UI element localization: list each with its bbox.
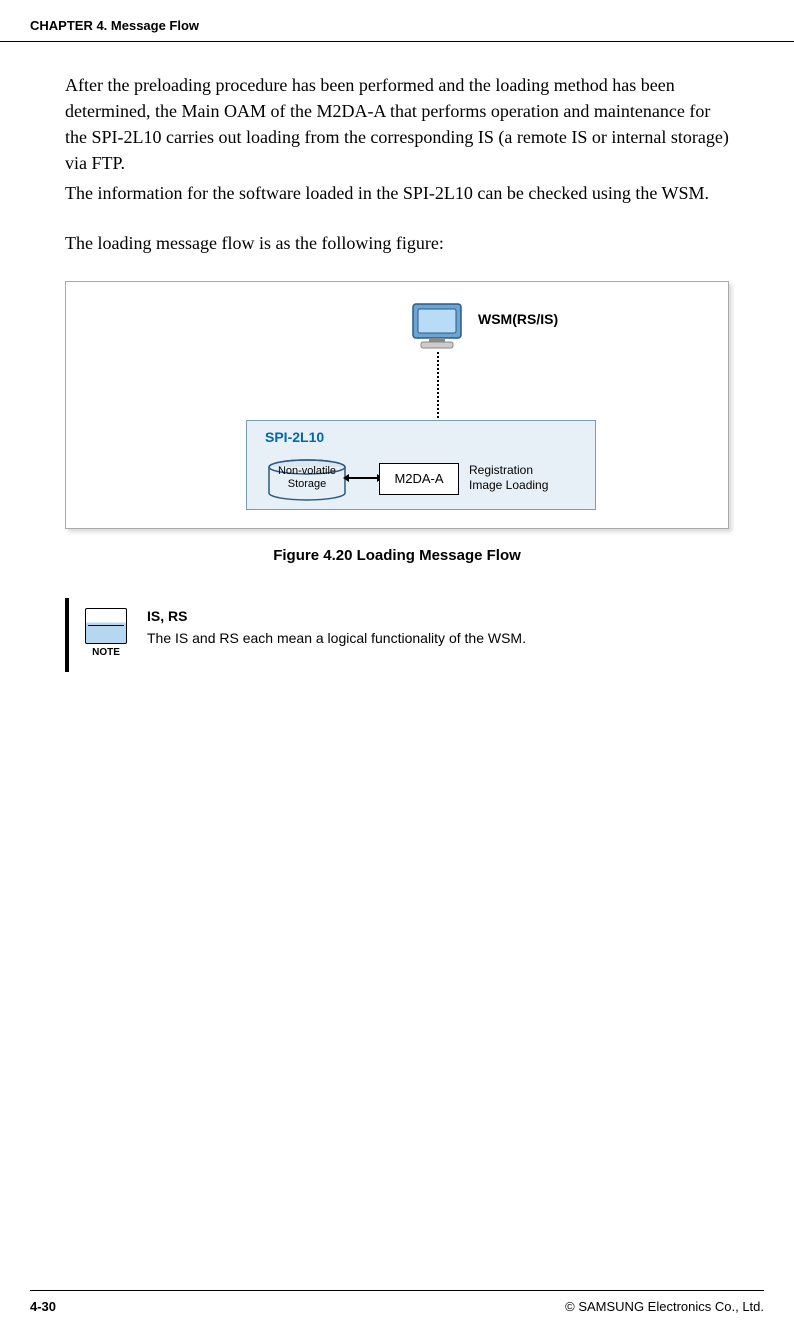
storage-line1: Non-volatile: [278, 465, 336, 477]
note-content: IS, RS The IS and RS each mean a logical…: [147, 608, 715, 658]
reg-line1: Registration: [469, 463, 533, 477]
spi-label: SPI-2L10: [265, 429, 324, 445]
note-text: The IS and RS each mean a logical functi…: [147, 630, 715, 646]
wsm-label: WSM(RS/IS): [478, 311, 558, 327]
note-icon-label: NOTE: [92, 647, 120, 658]
spi-box: SPI-2L10 Non-volatile Storage M2DA-A Reg…: [246, 420, 596, 510]
storage-line2: Storage: [288, 478, 327, 490]
storage-label: Non-volatile Storage: [269, 465, 345, 491]
paragraph-1: After the preloading procedure has been …: [65, 72, 729, 176]
copyright: © SAMSUNG Electronics Co., Ltd.: [565, 1299, 764, 1314]
note-icon: [85, 608, 127, 644]
registration-label: Registration Image Loading: [469, 463, 548, 493]
monitor-icon: [411, 302, 466, 352]
paragraph-3: The loading message flow is as the follo…: [65, 230, 729, 256]
page-header: CHAPTER 4. Message Flow: [0, 0, 794, 42]
figure-caption: Figure 4.20 Loading Message Flow: [65, 547, 729, 564]
bidirectional-arrow: [349, 477, 377, 479]
chapter-title: CHAPTER 4. Message Flow: [30, 18, 764, 33]
paragraph-2: The information for the software loaded …: [65, 180, 729, 206]
diagram-container: WSM(RS/IS) SPI-2L10 Non-volatile Storage…: [65, 281, 729, 529]
note-title: IS, RS: [147, 608, 715, 624]
note-icon-wrap: NOTE: [83, 608, 129, 658]
reg-line2: Image Loading: [469, 478, 548, 492]
page-content: After the preloading procedure has been …: [0, 72, 794, 672]
page-footer: 4-30 © SAMSUNG Electronics Co., Ltd.: [30, 1290, 764, 1314]
note-box: NOTE IS, RS The IS and RS each mean a lo…: [65, 598, 729, 672]
m2da-box: M2DA-A: [379, 463, 459, 495]
page-number: 4-30: [30, 1299, 56, 1314]
